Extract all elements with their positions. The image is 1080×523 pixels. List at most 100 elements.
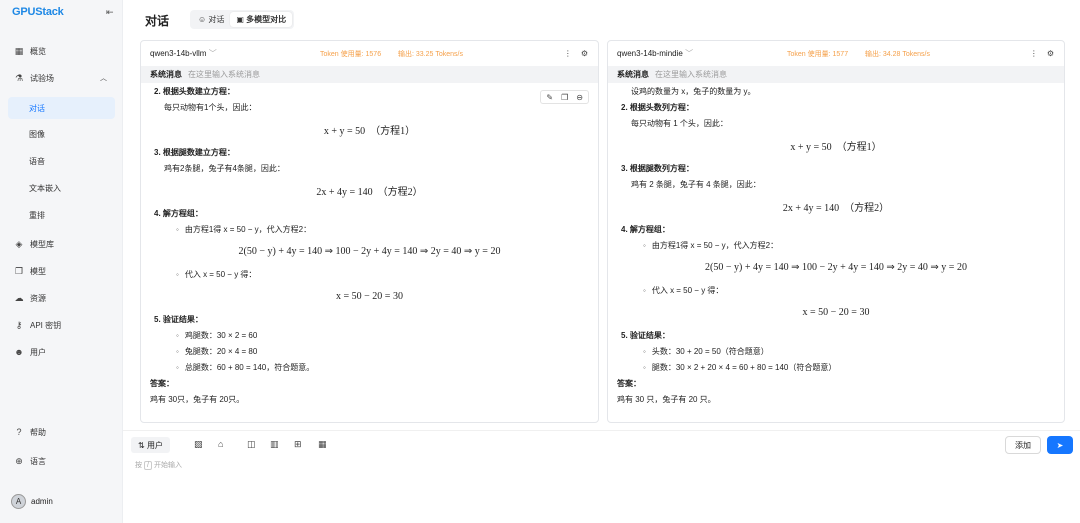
chat-icon: ☺ <box>198 15 209 24</box>
user-name[interactable]: admin <box>31 497 53 506</box>
sidebar-item-label: 模型库 <box>30 239 54 249</box>
more-icon[interactable]: ⋮ <box>1030 49 1038 58</box>
sidebar-item-label: 语言 <box>30 456 46 466</box>
system-message-input[interactable]: 系统消息 在这里输入系统消息 <box>608 66 1064 83</box>
sidebar-item-label: 语音 <box>29 156 45 166</box>
role-toggle-button[interactable]: ⇅ 用户 <box>131 437 170 453</box>
model-panel-2: qwen3-14b-mindie ﹀ Token 使用量: 1577 输出: 34.… <box>607 40 1065 423</box>
sidebar-item-11[interactable]: ☻ 用户 <box>8 341 115 363</box>
cloud-icon: ☁ <box>14 292 24 303</box>
collapse-sidebar-icon[interactable]: ⇤ <box>106 7 114 18</box>
sidebar-item-label: 文本嵌入 <box>29 183 61 193</box>
output-speed: 输出: 33.25 Tokens/s <box>398 50 463 58</box>
sidebar-item-0[interactable]: ▦ 概览 <box>8 40 115 62</box>
message-line: 总腿数：60 + 80 = 140，符合题意。 <box>150 359 589 375</box>
sidebar-item-9[interactable]: ☁ 资源 <box>8 287 115 309</box>
sidebar-item-2[interactable]: 对话 <box>8 97 115 119</box>
model-select[interactable]: qwen3-14b-vllm ﹀ <box>150 48 217 59</box>
send-icon: ➤ <box>1056 440 1064 450</box>
image-icon[interactable]: ▨ <box>194 439 203 450</box>
token-usage: Token 使用量: 1576 <box>320 50 382 58</box>
sidebar: GPUStack ⇤ ▦ 概览 ⚗ 试验场 ︿ 对话图像语音文本嵌入重排 ◈ 模型库 ❐ 模型 ☁ 资… <box>0 0 123 523</box>
layout-3col-icon[interactable]: ▥ <box>270 439 279 450</box>
message-line: 由方程1得 x = 50 − y，代入方程2： <box>617 237 1055 253</box>
users-icon: ☻ <box>14 347 24 357</box>
formula: x + y = 50 （方程1） <box>323 126 416 137</box>
layers-icon: ◈ <box>15 238 23 249</box>
swap-icon: ⇅ <box>138 440 147 450</box>
model-panel-1: qwen3-14b-vllm ﹀ Token 使用量: 1576 输出: 33.25… <box>140 40 599 423</box>
message-line: 头数：30 + 20 = 50（符合题意） <box>617 343 1055 359</box>
settings-gear-icon[interactable]: ⚙ <box>1047 49 1054 58</box>
sidebar-item-7[interactable]: ◈ 模型库 <box>8 233 115 255</box>
flask-icon: ⚗ <box>14 72 24 83</box>
sidebar-item-10[interactable]: ⚷ API 密钥 <box>8 314 115 336</box>
sidebar-item-globe[interactable]: ⊕ 语言 <box>8 450 115 472</box>
sidebar-item-3[interactable]: 图像 <box>8 123 115 145</box>
formula: 2x + 4y = 140 （方程2） <box>316 187 423 198</box>
message-line: 腿数：30 × 2 + 20 × 4 = 60 + 80 = 140（符合题意） <box>617 359 1055 375</box>
formula: 2x + 4y = 140 （方程2） <box>782 203 890 214</box>
add-button[interactable]: 添加 <box>1005 436 1041 454</box>
message-line: 5. 验证结果： <box>621 330 670 340</box>
layout-grid6-icon[interactable]: ▦ <box>318 439 327 450</box>
sidebar-item-label: 图像 <box>29 129 45 139</box>
message-line: 鸡有 2 条腿，兔子有 4 条腿，因此： <box>631 179 761 189</box>
sidebar-item-5[interactable]: 文本嵌入 <box>8 177 115 199</box>
sidebar-item-4[interactable]: 语音 <box>8 150 115 172</box>
avatar[interactable]: A <box>11 494 26 509</box>
message-line: 代入 x = 50 − y 得： <box>617 282 1055 298</box>
sidebar-item-label: 模型 <box>30 266 46 276</box>
model-select[interactable]: qwen3-14b-mindie ﹀ <box>617 48 693 59</box>
page-title: 对话 <box>145 14 170 28</box>
sidebar-item-6[interactable]: 重排 <box>8 204 115 226</box>
grid-icon: ▦ <box>14 45 24 56</box>
message-line: 2. 根据头数建立方程： <box>154 86 235 96</box>
message-line: 由方程1得 x = 50 − y，代入方程2： <box>150 221 589 237</box>
copy-icon: ❐ <box>14 265 24 276</box>
output-speed: 输出: 34.28 Tokens/s <box>865 50 930 58</box>
mode-switch: ☺ 对话 ▣ 多模型对比 <box>190 10 295 29</box>
remove-icon[interactable]: ⊖ <box>576 93 583 102</box>
tab-chat[interactable]: ☺ 对话 <box>192 12 230 27</box>
sidebar-item-1[interactable]: ⚗ 试验场 ︿ <box>8 67 115 89</box>
message-line: 每只动物有1个头，因此： <box>164 102 257 112</box>
sidebar-item-help[interactable]: ? 帮助 <box>8 421 115 443</box>
formula: x + y = 50 （方程1） <box>790 142 882 153</box>
edit-icon[interactable]: ✎ <box>546 93 553 102</box>
message-line: 兔腿数：20 × 4 = 80 <box>150 343 589 359</box>
settings-gear-icon[interactable]: ⚙ <box>581 49 588 58</box>
formula: 2(50 − y) + 4y = 140 ⇒ 100 − 2y + 4y = 1… <box>238 246 501 257</box>
sidebar-item-label: 对话 <box>29 103 45 113</box>
sidebar-item-label: API 密钥 <box>30 320 62 330</box>
sidebar-item-8[interactable]: ❐ 模型 <box>8 260 115 282</box>
tab-compare[interactable]: ▣ 多模型对比 <box>230 12 293 27</box>
globe-icon: ⊕ <box>15 455 23 466</box>
layout-2col-icon[interactable]: ◫ <box>247 439 256 450</box>
token-usage: Token 使用量: 1577 <box>787 50 849 58</box>
message-line: 代入 x = 50 − y 得： <box>150 266 589 282</box>
input-hint[interactable]: 按 / 开始输入 <box>135 460 182 470</box>
chevron-down-icon: ﹀ <box>685 49 694 58</box>
logo: GPUStack <box>12 6 64 18</box>
composer: ⇅ 用户 ▨ ⌂ ◫ ▥ ⊞ ▦ 按 / 开始输入 添加 ➤ <box>123 430 1080 523</box>
more-icon[interactable]: ⋮ <box>564 49 572 58</box>
sidebar-item-label: 资源 <box>30 293 46 303</box>
message-actions: ✎ ❐ ⊖ <box>540 90 589 104</box>
chevron-up-icon: ︿ <box>100 75 107 82</box>
message-line: 4. 解方程组： <box>154 208 203 218</box>
sidebar-item-label: 重排 <box>29 210 45 220</box>
chevron-down-icon: ﹀ <box>208 49 217 58</box>
sidebar-item-label: 试验场 <box>30 73 54 83</box>
message-line: 3. 根据腿数建立方程： <box>154 147 235 157</box>
copy-icon[interactable]: ❐ <box>561 93 568 102</box>
layout-grid4-icon[interactable]: ⊞ <box>294 439 302 450</box>
message-content: ✎ ❐ ⊖ 2. 根据头数建立方程： 每只动物有1个头，因此： x + y = 50 （方… <box>141 83 598 407</box>
message-line: 鸡有 30 只，兔子有 20 只。 <box>617 394 716 404</box>
clear-icon[interactable]: ⌂ <box>218 439 223 449</box>
key-icon: ⚷ <box>15 319 23 330</box>
system-message-input[interactable]: 系统消息 在这里输入系统消息 <box>141 66 598 83</box>
send-button[interactable]: ➤ <box>1047 436 1073 454</box>
message-line: 鸡有2条腿，兔子有4条腿，因此： <box>164 163 285 173</box>
panel-header: qwen3-14b-mindie ﹀ Token 使用量: 1577 输出: 34.… <box>608 41 1064 66</box>
